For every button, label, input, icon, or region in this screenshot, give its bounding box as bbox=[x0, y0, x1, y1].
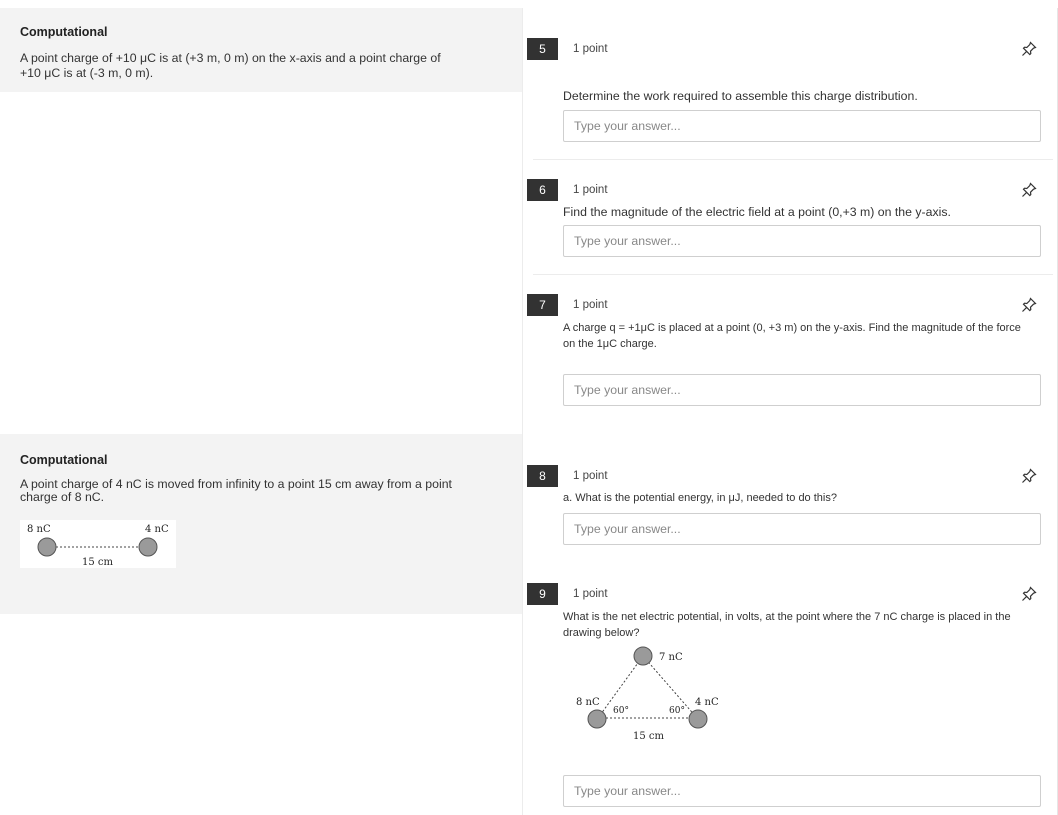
question-prompt: What is the net electric potential, in v… bbox=[563, 609, 1043, 641]
charge-label-4nc: 4 nC bbox=[695, 697, 719, 708]
question-prompt-line: on the 1μC charge. bbox=[563, 338, 657, 350]
distance-label: 15 cm bbox=[633, 731, 665, 742]
question-points: 1 point bbox=[573, 299, 608, 311]
question-number: 8 bbox=[527, 465, 558, 487]
angle-label-right: 60° bbox=[669, 706, 685, 716]
triangle-charge-figure: 7 nC 8 nC 4 nC 60° 60° 15 cm bbox=[576, 646, 719, 742]
question-prompt-line: drawing below? bbox=[563, 627, 640, 639]
pin-icon[interactable] bbox=[1021, 586, 1037, 602]
answer-input[interactable] bbox=[563, 775, 1041, 807]
passage-text-line: A point charge of +10 μC is at (+3 m, 0 … bbox=[20, 51, 441, 65]
charge-label-4nc: 4 nC bbox=[145, 524, 169, 535]
question-divider bbox=[533, 159, 1053, 160]
passage-text-line: +10 μC is at (-3 m, 0 m). bbox=[20, 66, 154, 80]
charge-8nc bbox=[37, 537, 57, 557]
question-number: 5 bbox=[527, 38, 558, 60]
passage-column: Computational A point charge of +10 μC i… bbox=[0, 8, 522, 815]
two-charge-figure: 8 nC 4 nC 15 cm bbox=[20, 520, 176, 568]
charge-7nc bbox=[633, 646, 653, 666]
question-column: 5 1 point Determine the work required to… bbox=[522, 8, 1058, 815]
question-points: 1 point bbox=[573, 588, 608, 600]
question-points: 1 point bbox=[573, 43, 608, 55]
answer-input[interactable] bbox=[563, 513, 1041, 545]
question-points: 1 point bbox=[573, 470, 608, 482]
question-prompt-line: A charge q = +1μC is placed at a point (… bbox=[563, 322, 1021, 334]
passage-text-line: charge of 8 nC. bbox=[20, 490, 105, 504]
answer-input[interactable] bbox=[563, 225, 1041, 257]
passage-text: A point charge of 4 nC is moved from inf… bbox=[20, 478, 452, 503]
question-prompt-line: What is the net electric potential, in v… bbox=[563, 611, 1011, 623]
question-number: 6 bbox=[527, 179, 558, 201]
question-prompt: A charge q = +1μC is placed at a point (… bbox=[563, 320, 1043, 352]
distance-label: 15 cm bbox=[82, 557, 114, 568]
charge-4nc bbox=[138, 537, 158, 557]
passage-heading: Computational bbox=[20, 453, 108, 467]
question-number: 9 bbox=[527, 583, 558, 605]
passage-text-line: A point charge of 4 nC is moved from inf… bbox=[20, 477, 452, 491]
charge-4nc bbox=[688, 709, 708, 729]
question-points: 1 point bbox=[573, 184, 608, 196]
question-prompt: Find the magnitude of the electric field… bbox=[563, 205, 951, 219]
question-number: 7 bbox=[527, 294, 558, 316]
question-prompt: Determine the work required to assemble … bbox=[563, 89, 918, 103]
charge-label-8nc: 8 nC bbox=[27, 524, 51, 535]
passage-2: Computational A point charge of 4 nC is … bbox=[0, 434, 522, 614]
question-divider bbox=[533, 274, 1053, 275]
pin-icon[interactable] bbox=[1021, 182, 1037, 198]
passage-heading: Computational bbox=[20, 25, 108, 39]
angle-label-left: 60° bbox=[613, 706, 629, 716]
answer-input[interactable] bbox=[563, 374, 1041, 406]
pin-icon[interactable] bbox=[1021, 297, 1037, 313]
pin-icon[interactable] bbox=[1021, 41, 1037, 57]
top-strip bbox=[0, 0, 1058, 8]
passage-text: A point charge of +10 μC is at (+3 m, 0 … bbox=[20, 52, 441, 79]
question-prompt: a. What is the potential energy, in μJ, … bbox=[563, 492, 837, 504]
passage-1: Computational A point charge of +10 μC i… bbox=[0, 8, 522, 92]
charge-label-7nc: 7 nC bbox=[659, 652, 683, 663]
answer-input[interactable] bbox=[563, 110, 1041, 142]
charge-8nc bbox=[587, 709, 607, 729]
charge-label-8nc: 8 nC bbox=[576, 697, 600, 708]
pin-icon[interactable] bbox=[1021, 468, 1037, 484]
